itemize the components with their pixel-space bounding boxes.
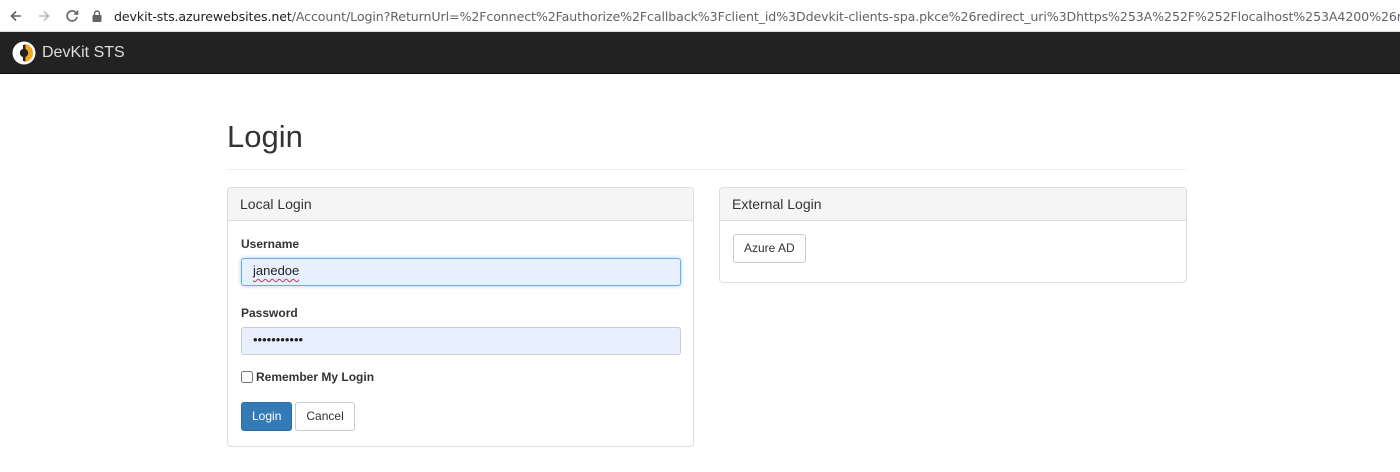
form-buttons: Login Cancel: [241, 402, 680, 431]
password-value: •••••••••••: [253, 332, 304, 347]
browser-toolbar: devkit-sts.azurewebsites.net/Account/Log…: [0, 0, 1400, 32]
password-input[interactable]: •••••••••••: [241, 327, 681, 355]
brand-name[interactable]: DevKit STS: [42, 44, 125, 62]
page-title: Login: [227, 119, 303, 154]
azure-ad-button[interactable]: Azure AD: [733, 234, 806, 263]
devkit-logo-icon[interactable]: [12, 41, 36, 65]
local-login-panel: Local Login Username janedoe Password ••…: [227, 187, 694, 447]
cancel-button[interactable]: Cancel: [295, 402, 355, 431]
username-input[interactable]: janedoe: [241, 258, 681, 286]
remember-login-row: Remember My Login: [241, 370, 680, 384]
app-navbar: DevKit STS: [0, 32, 1400, 74]
local-login-form: Username janedoe Password ••••••••••• Re…: [228, 221, 693, 446]
username-label: Username: [241, 237, 300, 251]
external-login-heading: External Login: [720, 188, 1186, 221]
external-login-body: Azure AD: [720, 221, 1186, 276]
external-login-panel: External Login Azure AD: [719, 187, 1187, 283]
main-content: Login Local Login Username janedoe Passw…: [227, 74, 1187, 447]
lock-icon: [92, 10, 102, 22]
login-button[interactable]: Login: [241, 402, 293, 431]
username-value: janedoe: [253, 263, 300, 278]
title-divider: [227, 169, 1187, 170]
remember-login-checkbox[interactable]: [241, 371, 253, 383]
url-path: /Account/Login?ReturnUrl=%2Fconnect%2Fau…: [291, 8, 1400, 24]
local-login-heading: Local Login: [228, 188, 693, 221]
url-host: devkit-sts.azurewebsites.net: [114, 8, 292, 24]
forward-arrow-icon[interactable]: [30, 2, 58, 30]
password-label: Password: [241, 306, 298, 320]
back-arrow-icon[interactable]: [2, 2, 30, 30]
url-text: devkit-sts.azurewebsites.net/Account/Log…: [114, 9, 1400, 24]
address-bar[interactable]: devkit-sts.azurewebsites.net/Account/Log…: [90, 4, 1400, 28]
remember-login-label[interactable]: Remember My Login: [256, 370, 374, 384]
reload-icon[interactable]: [58, 2, 86, 30]
